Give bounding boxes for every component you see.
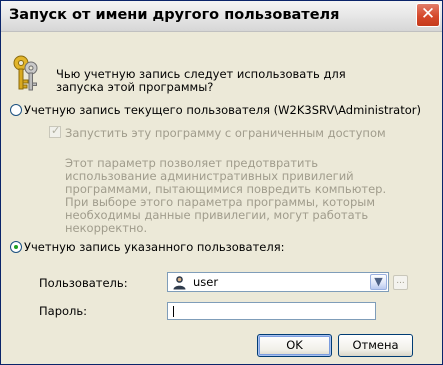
restricted-access-description: Этот параметр позволяет предотвратить ис…	[65, 156, 387, 235]
dialog-content: Чью учетную запись следует использовать …	[1, 32, 442, 364]
password-field-label: Пароль:	[39, 304, 88, 318]
specified-account-label[interactable]: Учетную запись указанного пользователя:	[24, 240, 285, 254]
browse-users-button[interactable]: ...	[393, 275, 408, 290]
checkmark-icon: ✓	[51, 124, 61, 137]
specified-account-radio[interactable]	[10, 241, 22, 253]
current-account-label[interactable]: Учетную запись текущего пользователя (W2…	[24, 103, 421, 117]
cancel-button[interactable]: Отмена	[338, 334, 413, 357]
ok-button[interactable]: OK	[257, 334, 332, 357]
user-dropdown-button[interactable]: ▼	[370, 274, 387, 290]
chevron-down-icon: ▼	[374, 275, 383, 288]
user-combobox[interactable]: user ▼	[167, 272, 389, 292]
close-icon: ✕	[420, 4, 436, 24]
close-button[interactable]: ✕	[416, 3, 440, 27]
title-bar[interactable]: Запуск от имени другого пользователя ✕	[1, 1, 442, 32]
text-caret	[173, 306, 174, 317]
run-as-dialog: Запуск от имени другого пользователя ✕ Ч…	[0, 0, 443, 365]
keys-icon	[13, 55, 38, 91]
window-title: Запуск от имени другого пользователя	[9, 7, 340, 23]
user-field-label: Пользователь:	[39, 276, 128, 290]
restricted-access-label[interactable]: Запустить эту программу с ограниченным д…	[65, 126, 386, 140]
user-combobox-value: user	[193, 275, 219, 289]
restricted-access-checkbox[interactable]: ✓	[49, 124, 61, 138]
radio-selected-dot	[14, 245, 18, 249]
current-account-radio[interactable]	[10, 104, 22, 116]
user-icon	[173, 276, 186, 290]
account-prompt: Чью учетную запись следует использовать …	[56, 67, 346, 94]
password-input[interactable]	[167, 302, 376, 320]
